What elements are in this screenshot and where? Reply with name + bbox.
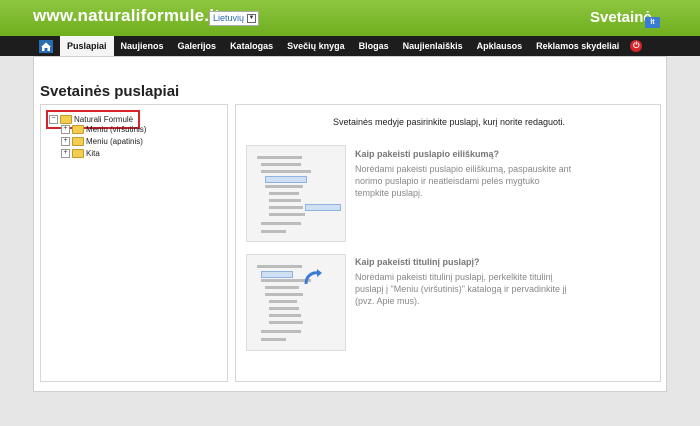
- folder-icon: [72, 149, 84, 158]
- folder-icon: [60, 115, 72, 124]
- nav-reklamos-skydeliai[interactable]: Reklamos skydeliai: [529, 36, 626, 56]
- expand-icon[interactable]: +: [61, 149, 70, 158]
- arrow-icon: [304, 269, 322, 285]
- site-header: www.naturaliformule.lt Lietuvių ▼ Svetai…: [0, 0, 700, 36]
- tree-item-label: Meniu (viršutinis): [86, 125, 147, 134]
- nav-apklausos[interactable]: Apklausos: [470, 36, 530, 56]
- main-content: Svetainės puslapiai − Naturali Formulė +…: [33, 56, 667, 392]
- language-select[interactable]: Lietuvių ▼: [209, 11, 260, 26]
- nav-sveciu-knyga[interactable]: Svečių knyga: [280, 36, 352, 56]
- tree-item-meniu-apatinis[interactable]: + Meniu (apatinis): [61, 137, 143, 146]
- nav-blogas[interactable]: Blogas: [352, 36, 396, 56]
- help-title-homepage: Kaip pakeisti titulinį puslapį?: [355, 257, 480, 267]
- power-icon: ⏻: [630, 40, 643, 52]
- help-image-reorder: [246, 145, 346, 242]
- help-image-homepage: [246, 254, 346, 351]
- tree-item-label: Kita: [86, 149, 100, 158]
- site-tree-panel: − Naturali Formulė + Meniu (viršutinis) …: [40, 104, 228, 382]
- language-value: Lietuvių: [213, 13, 245, 23]
- brand-badge: lt: [645, 17, 660, 28]
- collapse-icon[interactable]: −: [49, 115, 58, 124]
- chevron-down-icon: ▼: [247, 14, 257, 23]
- site-url[interactable]: www.naturaliformule.lt: [33, 6, 220, 26]
- page-title: Svetainės puslapiai: [40, 83, 180, 100]
- help-title-reorder: Kaip pakeisti puslapio eiliškumą?: [355, 149, 500, 159]
- tree-item-label: Naturali Formulė: [74, 115, 134, 124]
- tree-item-label: Meniu (apatinis): [86, 137, 143, 146]
- tree-item-meniu-virsutinis[interactable]: + Meniu (viršutinis): [61, 125, 146, 134]
- intro-text: Svetainės medyje pasirinkite puslapį, ku…: [332, 117, 566, 127]
- content-panel: Svetainės medyje pasirinkite puslapį, ku…: [235, 104, 661, 382]
- expand-icon[interactable]: +: [61, 125, 70, 134]
- nav-puslapiai[interactable]: Puslapiai: [60, 36, 114, 56]
- folder-icon: [72, 125, 84, 134]
- help-text-homepage: Norėdami pakeisti titulinį puslapį, perk…: [355, 272, 567, 306]
- expand-icon[interactable]: +: [61, 137, 70, 146]
- home-button[interactable]: [36, 36, 56, 56]
- nav-naujienos[interactable]: Naujienos: [114, 36, 171, 56]
- brand-logo: Svetainė: [590, 9, 652, 26]
- folder-icon: [72, 137, 84, 146]
- nav-naujienlaiskis[interactable]: Naujienlaiškis: [396, 36, 470, 56]
- home-icon: [39, 39, 53, 53]
- main-nav: Puslapiai Naujienos Galerijos Katalogas …: [0, 36, 700, 56]
- tree-item-root[interactable]: − Naturali Formulė: [49, 115, 133, 124]
- nav-galerijos[interactable]: Galerijos: [171, 36, 224, 56]
- nav-katalogas[interactable]: Katalogas: [223, 36, 280, 56]
- help-text-reorder: Norėdami pakeisti puslapio eiliškumą, pa…: [355, 164, 572, 198]
- logout-button[interactable]: ⏻: [626, 36, 646, 56]
- tree-item-kita[interactable]: + Kita: [61, 149, 100, 158]
